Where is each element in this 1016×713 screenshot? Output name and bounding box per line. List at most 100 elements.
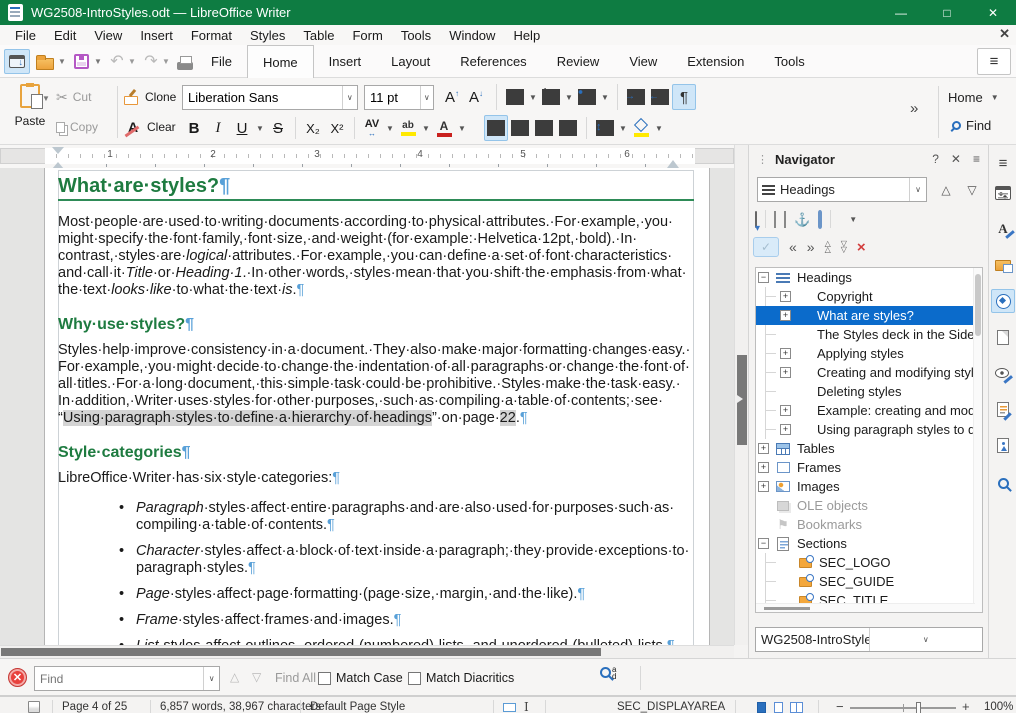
checkbox[interactable]	[318, 672, 331, 685]
highlight-color-dropdown[interactable]: ▼	[420, 124, 432, 133]
expand-toggle[interactable]	[780, 291, 791, 302]
navigate-by-dropdown[interactable]: ∨	[909, 178, 926, 201]
clone-formatting-button[interactable]: Clone	[124, 84, 176, 110]
expand-toggle[interactable]	[780, 348, 791, 359]
zoom-level-field[interactable]: 100%	[984, 701, 1013, 713]
menu-item[interactable]: Help	[504, 28, 549, 43]
sidebar-tab-gallery[interactable]	[991, 253, 1015, 277]
numbered-list-dropdown[interactable]: ▼	[563, 93, 575, 102]
close-document-icon[interactable]: ✕	[999, 26, 1010, 42]
bullet-list-button[interactable]	[503, 84, 527, 110]
menu-item[interactable]: Format	[182, 28, 241, 43]
active-document-combo[interactable]: WG2508-IntroStyles (active)∨	[755, 627, 983, 652]
panel-drag-handle[interactable]: ⋮	[757, 153, 767, 166]
heading-levels-dropdown[interactable]: ▼	[847, 215, 859, 224]
find-toolbar-button[interactable]: Find	[952, 118, 991, 133]
tree-row[interactable]: The Styles deck in the Sidebar	[756, 325, 982, 344]
tree-row[interactable]: SEC_LOGO	[756, 553, 982, 572]
delete-heading-button[interactable]: ×	[857, 240, 866, 255]
menu-item[interactable]: Styles	[241, 28, 294, 43]
font-color-button[interactable]: A	[432, 115, 456, 141]
navigator-close-button[interactable]: ✕	[951, 152, 961, 166]
tree-row[interactable]: Creating and modifying styles	[756, 363, 982, 382]
set-reminder-button[interactable]	[818, 212, 822, 227]
tree-row[interactable]: Sections	[756, 534, 982, 553]
zoom-in-button[interactable]: +	[962, 699, 970, 713]
expand-toggle[interactable]	[758, 272, 769, 283]
highlight-color-button[interactable]: ab	[396, 115, 420, 141]
notebookbar-tab[interactable]: Home	[247, 45, 314, 78]
right-indent-marker[interactable]	[667, 154, 679, 168]
find-combo[interactable]: ∨	[34, 666, 220, 691]
menu-item[interactable]: Table	[294, 28, 343, 43]
line-spacing-dropdown[interactable]: ▼	[617, 124, 629, 133]
document-vertical-scrollbar[interactable]	[734, 145, 748, 645]
paragraph-background-button[interactable]	[629, 115, 653, 141]
notebookbar-tab[interactable]: Extension	[672, 45, 759, 78]
font-size-combo[interactable]: ∨	[364, 85, 434, 110]
insert-mode-icon[interactable]: I	[524, 700, 529, 713]
sidebar-tab-find[interactable]	[991, 471, 1015, 495]
selection-mode-icon[interactable]	[503, 703, 516, 712]
document-page[interactable]: What·​are·​styles?¶ Most·​people·​are·​u…	[44, 168, 710, 645]
font-name-combo[interactable]: ∨	[182, 85, 358, 110]
menu-item[interactable]: View	[85, 28, 131, 43]
menu-item[interactable]: Window	[440, 28, 504, 43]
bullet-list-dropdown[interactable]: ▼	[527, 93, 539, 102]
font-name-dropdown[interactable]: ∨	[342, 86, 357, 109]
demote-level-button[interactable]: »	[807, 240, 815, 254]
redo-dropdown[interactable]: ▼	[160, 49, 172, 74]
outline-list-dropdown[interactable]: ▼	[599, 93, 611, 102]
expand-toggle[interactable]	[780, 310, 791, 321]
close-find-bar-button[interactable]: ✕	[8, 668, 27, 687]
menu-item[interactable]: Tools	[392, 28, 440, 43]
sidebar-settings-button[interactable]: ≡	[991, 151, 1015, 175]
expand-toggle[interactable]	[758, 481, 769, 492]
navigator-menu-button[interactable]: ≡	[973, 152, 980, 166]
sidebar-tab-accessibility-check[interactable]	[991, 433, 1015, 457]
save-dropdown[interactable]: ▼	[92, 49, 104, 74]
toolbar-overflow-button[interactable]: »	[910, 100, 917, 117]
shrink-font-button[interactable]: A↓	[464, 84, 488, 110]
expand-toggle[interactable]	[758, 462, 769, 473]
paste-button[interactable]: ▼ Paste	[6, 82, 54, 140]
subscript-button[interactable]: X₂	[301, 115, 325, 141]
tree-row[interactable]: Bookmarks	[756, 515, 982, 534]
tree-row[interactable]: Frames	[756, 458, 982, 477]
tree-row[interactable]: Deleting styles	[756, 382, 982, 401]
notebookbar-tab[interactable]: Review	[542, 45, 615, 78]
active-document-dropdown[interactable]: ∨	[869, 628, 983, 651]
find-previous-button[interactable]: △	[230, 670, 239, 684]
sidebar-tab-style-inspector[interactable]	[991, 361, 1015, 385]
font-color-dropdown[interactable]: ▼	[456, 124, 468, 133]
expand-toggle[interactable]	[758, 443, 769, 454]
tree-row[interactable]: Copyright	[756, 287, 982, 306]
increase-indent-button[interactable]	[624, 84, 648, 110]
maximize-button[interactable]: □	[924, 0, 970, 25]
justify-button[interactable]	[556, 115, 580, 141]
find-and-replace-button[interactable]: ad	[600, 667, 616, 680]
tree-row[interactable]: Applying styles	[756, 344, 982, 363]
character-spacing-dropdown[interactable]: ▼	[384, 124, 396, 133]
zoom-slider[interactable]	[850, 707, 956, 709]
character-spacing-button[interactable]: AV↔	[360, 115, 384, 141]
notebookbar-tab[interactable]: References	[445, 45, 541, 78]
paste-dropdown[interactable]: ▼	[42, 94, 54, 103]
grow-font-button[interactable]: A↑	[440, 84, 464, 110]
notebookbar-tab[interactable]: Tools	[759, 45, 819, 78]
menu-item[interactable]: Form	[343, 28, 391, 43]
document-text[interactable]: What·​are·​styles?¶ Most·​people·​are·​u…	[58, 174, 694, 645]
menu-item[interactable]: Edit	[45, 28, 85, 43]
notebookbar-tab[interactable]: View	[614, 45, 672, 78]
tree-row[interactable]: Example: creating and modifying styles	[756, 401, 982, 420]
horizontal-ruler[interactable]: L 123456	[0, 145, 734, 168]
footer-button[interactable]	[784, 212, 786, 227]
align-center-button[interactable]	[508, 115, 532, 141]
underline-button[interactable]: U	[230, 115, 254, 141]
match-case-checkbox[interactable]: Match Case	[318, 671, 403, 685]
document-horizontal-scrollbar[interactable]	[0, 645, 734, 658]
copy-button[interactable]: Copy	[56, 114, 98, 140]
underline-dropdown[interactable]: ▼	[254, 124, 266, 133]
find-history-dropdown[interactable]: ∨	[203, 667, 219, 690]
find-all-button[interactable]: Find All	[275, 671, 316, 685]
